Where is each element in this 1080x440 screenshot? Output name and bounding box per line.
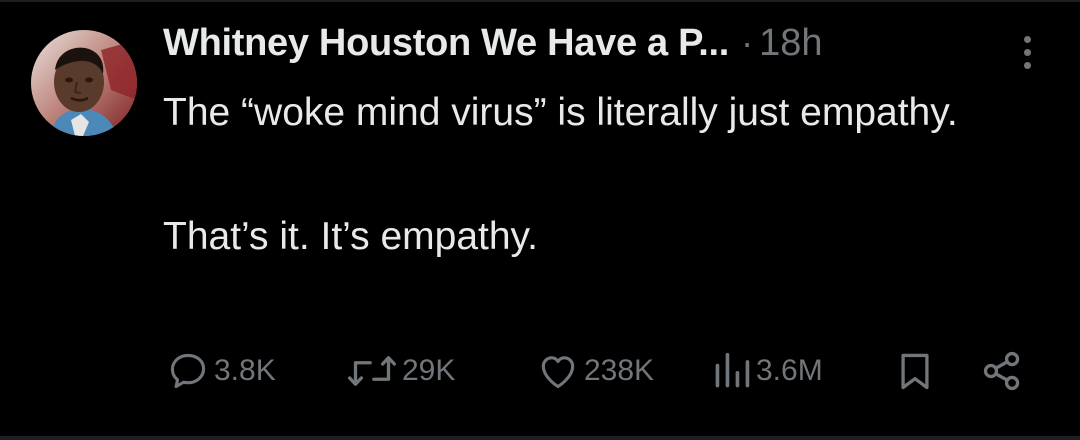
bookmark-icon bbox=[901, 353, 929, 390]
reply-icon bbox=[170, 353, 206, 389]
author-display-name[interactable]: Whitney Houston We Have a P... bbox=[163, 22, 729, 65]
author-avatar[interactable] bbox=[31, 30, 137, 136]
tweet-body: Whitney Houston We Have a P... · 18h The… bbox=[163, 22, 1033, 268]
bookmark-button[interactable] bbox=[893, 346, 937, 396]
bottom-divider bbox=[0, 436, 1080, 440]
avatar-photo-icon bbox=[31, 30, 137, 136]
tweet-text-paragraph: The “woke mind virus” is literally just … bbox=[163, 91, 958, 134]
tweet-text-paragraph: That’s it. It’s empathy. bbox=[163, 215, 538, 258]
tweet-header: Whitney Houston We Have a P... · 18h bbox=[163, 22, 1033, 78]
views-button[interactable]: 3.6M bbox=[712, 346, 823, 396]
reply-button[interactable]: 3.8K bbox=[166, 346, 276, 396]
retweet-button[interactable]: 29K bbox=[346, 346, 455, 396]
views-icon bbox=[715, 352, 750, 388]
tweet-text: The “woke mind virus” is literally just … bbox=[163, 82, 1033, 268]
views-count: 3.6M bbox=[756, 354, 823, 387]
retweet-count: 29K bbox=[402, 354, 456, 387]
top-divider bbox=[0, 0, 1080, 2]
like-count: 238K bbox=[584, 354, 655, 387]
retweet-icon bbox=[347, 356, 397, 386]
like-button[interactable]: 238K bbox=[536, 346, 654, 396]
share-button[interactable] bbox=[980, 346, 1024, 396]
tweet-timestamp[interactable]: 18h bbox=[759, 22, 822, 65]
more-dot-icon bbox=[1023, 48, 1031, 56]
reply-count: 3.8K bbox=[214, 354, 276, 387]
tweet-action-bar: 3.8K 29K 238K 3.6M bbox=[0, 346, 1080, 396]
more-dot-icon bbox=[1023, 61, 1031, 69]
share-icon bbox=[983, 351, 1020, 391]
heart-icon bbox=[541, 356, 575, 389]
more-dot-icon bbox=[1023, 35, 1031, 43]
header-separator: · bbox=[741, 22, 754, 63]
more-options-button[interactable] bbox=[1010, 30, 1044, 74]
